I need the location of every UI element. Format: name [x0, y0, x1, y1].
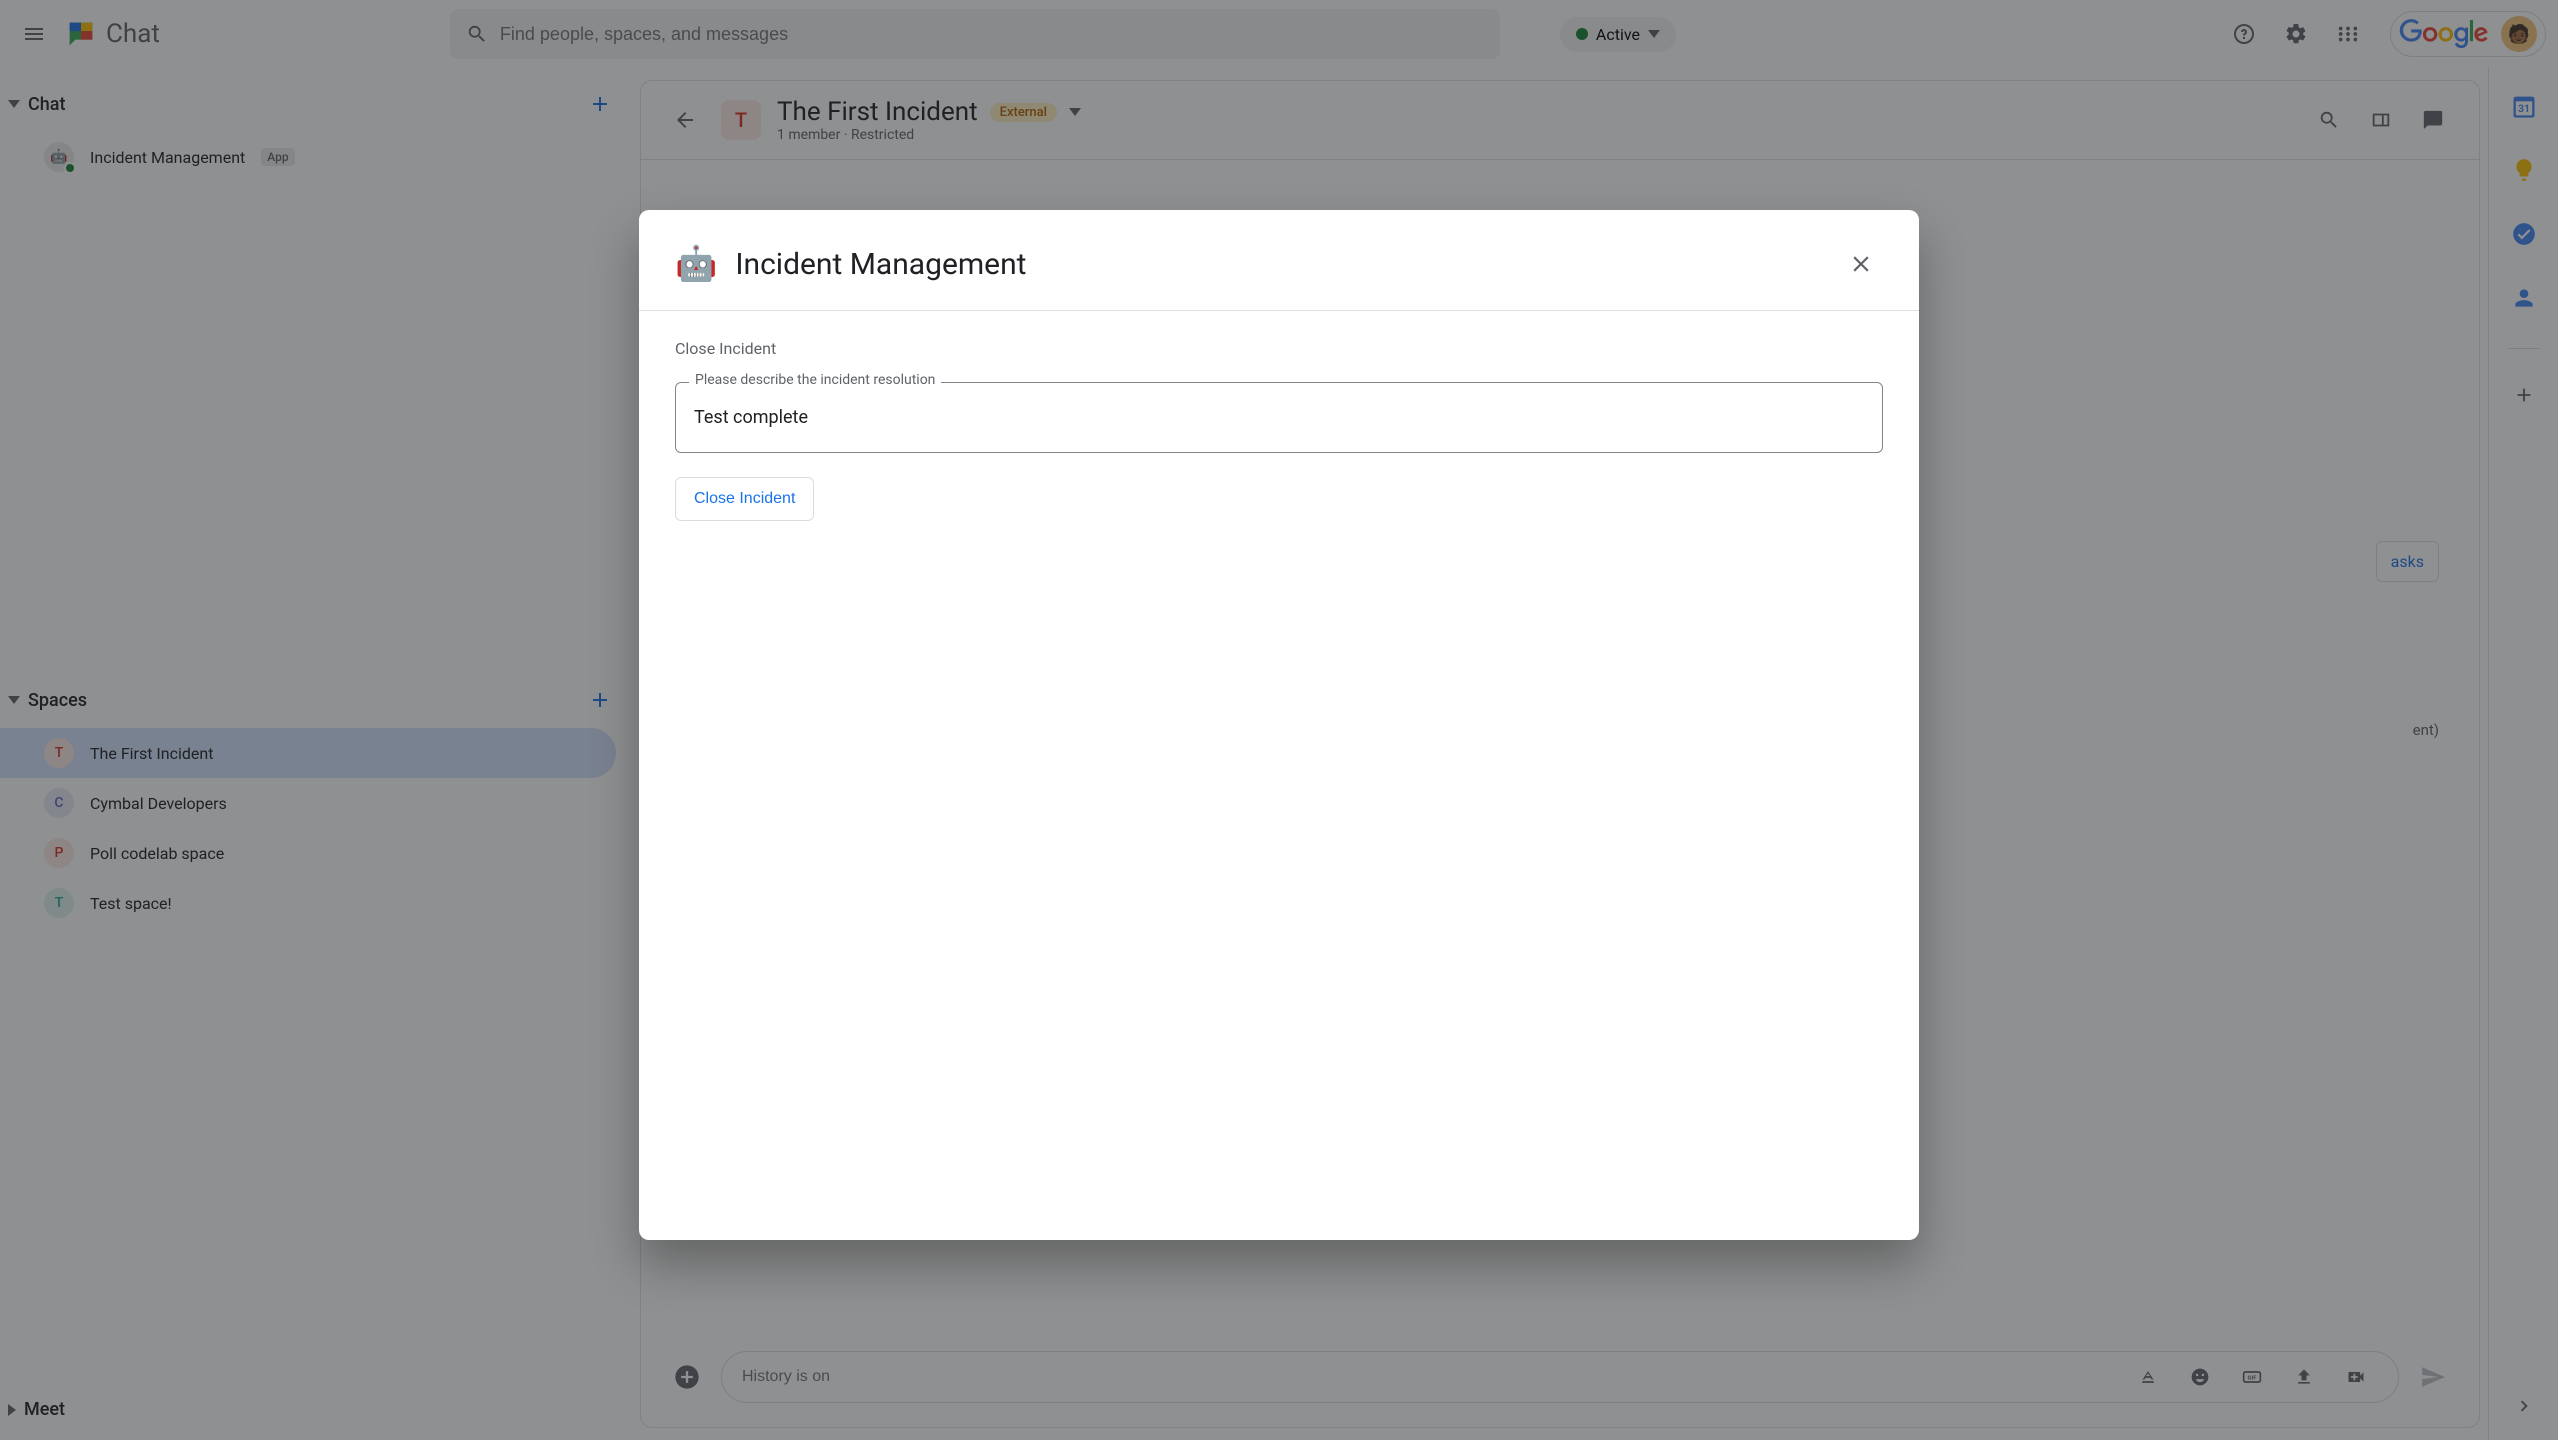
dialog-title: Incident Management: [735, 247, 1821, 282]
resolution-field-wrap: Please describe the incident resolution: [675, 382, 1883, 453]
modal-overlay[interactable]: 🤖 Incident Management Close Incident Ple…: [0, 0, 2558, 1440]
dialog-body: Close Incident Please describe the incid…: [639, 311, 1919, 549]
close-dialog-button[interactable]: [1839, 242, 1883, 286]
resolution-field-label: Please describe the incident resolution: [689, 372, 941, 388]
close-incident-button[interactable]: Close Incident: [675, 477, 814, 521]
close-incident-section-label: Close Incident: [675, 339, 1883, 358]
robot-icon: 🤖: [675, 244, 717, 284]
dialog-header: 🤖 Incident Management: [639, 210, 1919, 311]
incident-management-dialog: 🤖 Incident Management Close Incident Ple…: [639, 210, 1919, 1240]
close-icon: [1848, 251, 1874, 277]
resolution-input[interactable]: [675, 382, 1883, 453]
